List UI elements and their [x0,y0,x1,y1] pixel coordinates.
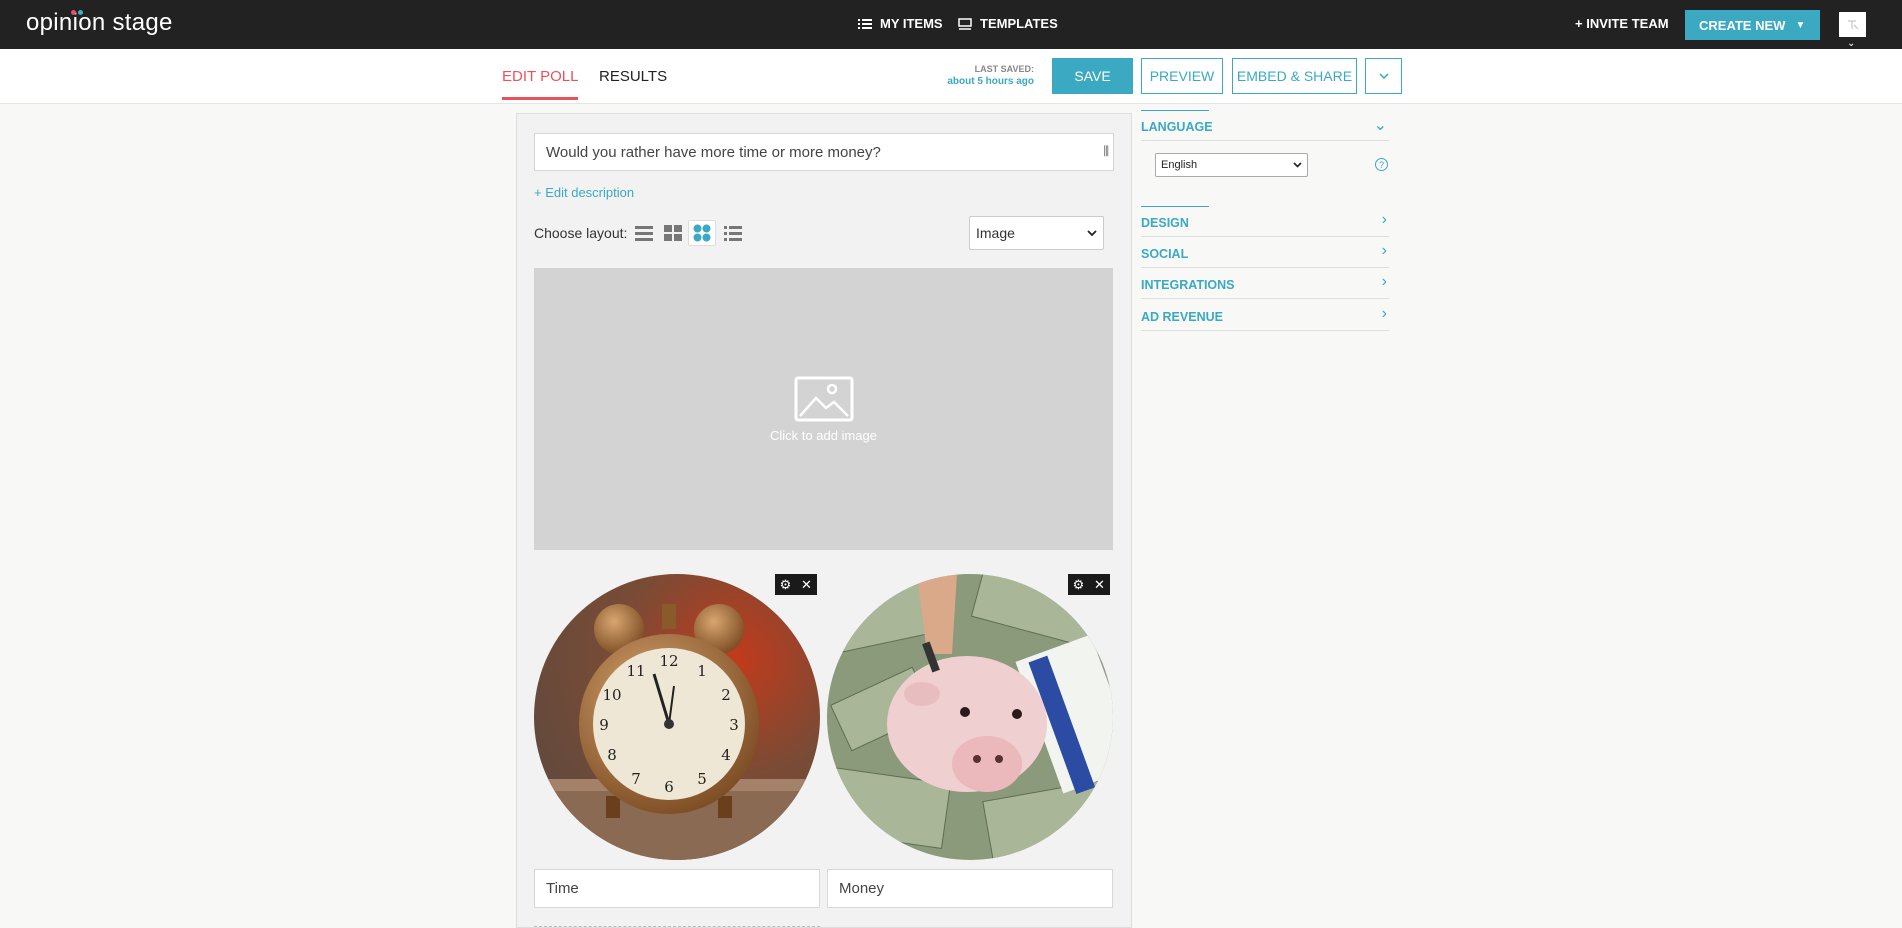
language-section-header[interactable]: LANGUAGE ⌄ [1141,110,1389,141]
answer-tools-time: ⚙ ✕ [775,574,817,595]
chevron-right-icon: › [1381,211,1387,228]
last-saved-value: about 5 hours ago [947,76,1034,87]
avatar-image [1847,20,1858,29]
ad-revenue-title: AD REVENUE [1141,310,1223,324]
design-section-header[interactable]: DESIGN › [1141,206,1389,237]
svg-text:11: 11 [626,662,645,680]
choose-layout-label: Choose layout: [534,225,628,241]
language-title: LANGUAGE [1141,120,1213,134]
layout-list-icon[interactable] [719,220,747,246]
text-format-icon[interactable]: ⫼ [1103,144,1109,159]
svg-text:2: 2 [721,686,731,704]
svg-text:9: 9 [599,716,609,734]
embed-share-button[interactable]: EMBED & SHARE [1232,58,1357,94]
answer-input-time[interactable]: Time [534,869,820,908]
answer-tools-money: ⚙ ✕ [1068,574,1110,595]
answer-image-money[interactable] [827,574,1113,860]
templates-link[interactable]: TEMPLATES [958,16,1058,31]
layout-circles-icon[interactable] [688,220,716,246]
create-new-label: CREATE NEW [1699,17,1786,33]
chevron-down-icon[interactable]: ⌄ [1847,38,1855,49]
question-text: Would you rather have more time or more … [546,144,881,161]
top-navbar: opinion stage MY ITEMS TEMPLATES + INVIT… [0,0,1902,49]
svg-text:4: 4 [721,746,731,764]
section-accent-line [1141,206,1209,207]
add-image-label: Click to add image [770,427,877,443]
chevron-down-icon [1293,162,1302,168]
help-icon[interactable]: ? [1375,158,1388,171]
logo-dot-red [71,10,76,15]
tab-edit-poll[interactable]: EDIT POLL [502,68,579,100]
chevron-down-icon: ⌄ [1373,117,1387,134]
chevron-right-icon: › [1381,273,1387,290]
image-placeholder-icon [794,376,853,421]
more-options-button[interactable] [1365,58,1402,94]
chevron-right-icon: › [1381,242,1387,259]
media-type-select[interactable]: Image [969,216,1104,250]
integrations-section-header[interactable]: INTEGRATIONS › [1141,268,1389,299]
add-answer-placeholder[interactable] [534,926,820,927]
svg-text:3: 3 [729,716,739,734]
logo-dot-blue [78,10,83,15]
ad-revenue-section-header[interactable]: AD REVENUE › [1141,300,1389,331]
layout-grid-icon[interactable] [659,220,687,246]
answer-text: Time [546,880,579,897]
my-items-link[interactable]: MY ITEMS [858,16,943,31]
language-select[interactable]: English [1155,153,1308,177]
svg-text:12: 12 [659,652,678,670]
invite-team-button[interactable]: + INVITE TEAM [1575,16,1669,31]
chevron-down-icon [1378,73,1389,79]
save-button[interactable]: SAVE [1052,58,1133,94]
add-image-area[interactable]: Click to add image [534,268,1113,550]
answer-text: Money [839,880,885,897]
close-icon[interactable]: ✕ [1089,574,1110,595]
svg-text:6: 6 [664,778,674,796]
logo-text: opinion stage [26,9,173,36]
design-title: DESIGN [1141,216,1189,230]
gear-icon[interactable]: ⚙ [1068,574,1089,595]
create-new-button[interactable]: CREATE NEW ▼ [1685,10,1820,40]
chevron-right-icon: › [1381,305,1387,322]
preview-button[interactable]: PREVIEW [1141,58,1223,94]
piggy-bank-photo [827,574,1113,860]
svg-text:8: 8 [607,746,617,764]
svg-text:5: 5 [697,770,707,788]
tab-results[interactable]: RESULTS [599,68,667,85]
svg-text:10: 10 [602,686,621,704]
integrations-title: INTEGRATIONS [1141,278,1235,292]
social-title: SOCIAL [1141,247,1189,261]
alarm-clock-photo: 12 1 2 3 4 5 6 7 8 9 10 11 [534,574,820,860]
chevron-down-icon [1087,230,1097,236]
layout-rows-icon[interactable] [630,220,658,246]
templates-icon [958,17,972,30]
language-value: English [1161,159,1198,171]
svg-text:1: 1 [697,662,707,680]
last-saved-label: LAST SAVED: [974,64,1034,74]
list-icon [858,18,872,29]
logo[interactable]: opinion stage [26,9,173,37]
close-icon[interactable]: ✕ [796,574,817,595]
media-type-value: Image [976,225,1015,241]
gear-icon[interactable]: ⚙ [775,574,796,595]
section-accent-line [1141,110,1209,111]
answer-image-time[interactable]: 12 1 2 3 4 5 6 7 8 9 10 11 [534,574,820,860]
svg-text:7: 7 [631,770,641,788]
templates-label: TEMPLATES [980,16,1058,31]
edit-description-link[interactable]: + Edit description [534,185,634,200]
question-input[interactable]: Would you rather have more time or more … [534,133,1114,171]
social-section-header[interactable]: SOCIAL › [1141,237,1389,268]
caret-down-icon: ▼ [1795,19,1806,31]
answer-input-money[interactable]: Money [827,869,1113,908]
my-items-label: MY ITEMS [880,16,943,31]
last-saved: LAST SAVED: about 5 hours ago [920,64,1034,87]
avatar[interactable] [1839,12,1866,37]
